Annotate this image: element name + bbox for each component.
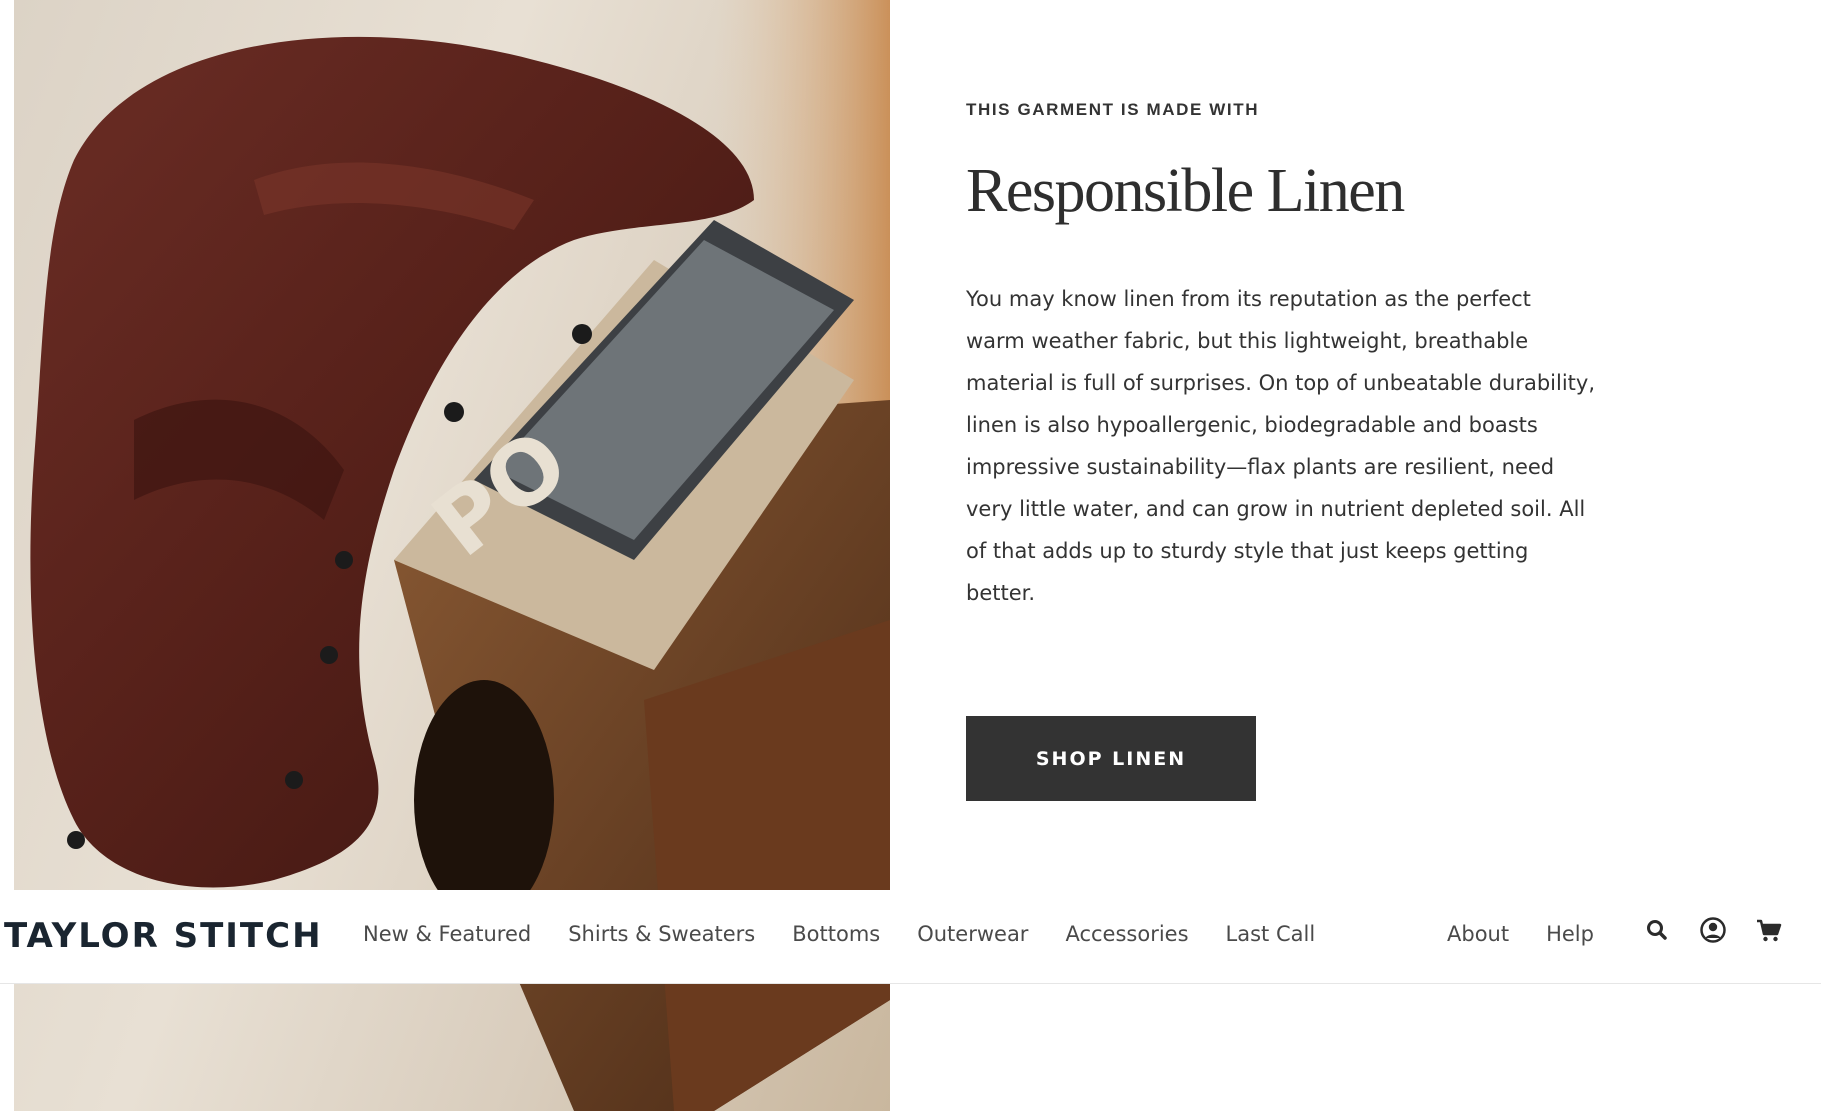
nav-last-call[interactable]: Last Call (1226, 922, 1316, 946)
feature-headline: Responsible Linen (966, 157, 1405, 225)
nav-icons (1643, 916, 1783, 944)
nav-about[interactable]: About (1447, 922, 1509, 946)
nav-new-featured[interactable]: New & Featured (363, 922, 531, 946)
shop-linen-button[interactable]: SHOP LINEN (966, 716, 1256, 801)
page: PO THIS GARMENT IS MADE WITH Responsible… (0, 0, 1821, 1111)
nav-bottoms[interactable]: Bottoms (792, 922, 880, 946)
feature-body: You may know linen from its reputation a… (966, 287, 1596, 605)
nav-accessories[interactable]: Accessories (1065, 922, 1188, 946)
search-icon[interactable] (1643, 916, 1671, 944)
nav-shirts-sweaters[interactable]: Shirts & Sweaters (568, 922, 755, 946)
nav-help[interactable]: Help (1546, 922, 1594, 946)
nav-outerwear[interactable]: Outerwear (917, 922, 1028, 946)
site-logo[interactable]: TAYLOR STITCH (4, 916, 323, 956)
account-icon[interactable] (1699, 916, 1727, 944)
site-navbar: TAYLOR STITCH New & Featured Shirts & Sw… (0, 890, 1821, 984)
main-nav: New & Featured Shirts & Sweaters Bottoms… (363, 922, 1352, 946)
cart-icon[interactable] (1755, 916, 1783, 944)
feature-eyebrow: THIS GARMENT IS MADE WITH (966, 100, 1260, 119)
secondary-nav: About Help (1447, 922, 1631, 946)
feature-copy: THIS GARMENT IS MADE WITH Responsible Li… (966, 100, 1606, 614)
